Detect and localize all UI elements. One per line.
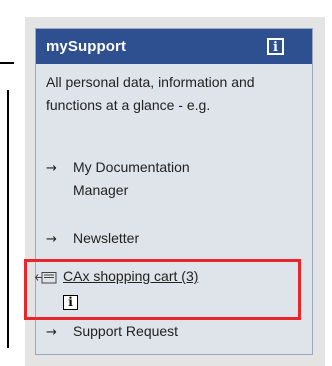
link-my-documentation-manager[interactable]: → My Documentation Manager	[46, 156, 190, 198]
link-label: Newsletter	[73, 230, 140, 246]
cax-shopping-cart-link[interactable]: CAx shopping cart (3)	[63, 266, 198, 286]
cax-cart-highlight: CAx shopping cart (3) i	[24, 259, 301, 320]
box-header: mySupport i	[36, 29, 312, 64]
link-label-line1: My Documentation	[73, 159, 190, 175]
box-description: All personal data, information and funct…	[46, 74, 255, 113]
left-rule-vertical	[7, 90, 9, 348]
cart-arrow-icon	[35, 272, 57, 284]
link-label-line2: Manager	[73, 182, 129, 198]
link-support-request[interactable]: → Support Request	[46, 320, 178, 344]
link-newsletter[interactable]: → Newsletter	[46, 227, 139, 251]
left-rule-horizontal	[0, 62, 14, 64]
box-title: mySupport	[46, 38, 127, 55]
info-icon[interactable]: i	[267, 38, 284, 55]
link-label: Support Request	[73, 323, 179, 339]
arrow-right-icon: →	[46, 232, 57, 247]
info-icon[interactable]: i	[63, 295, 78, 310]
arrow-right-icon: →	[46, 325, 57, 340]
arrow-right-icon: →	[46, 161, 57, 176]
link-label: My Documentation Manager	[73, 156, 273, 202]
